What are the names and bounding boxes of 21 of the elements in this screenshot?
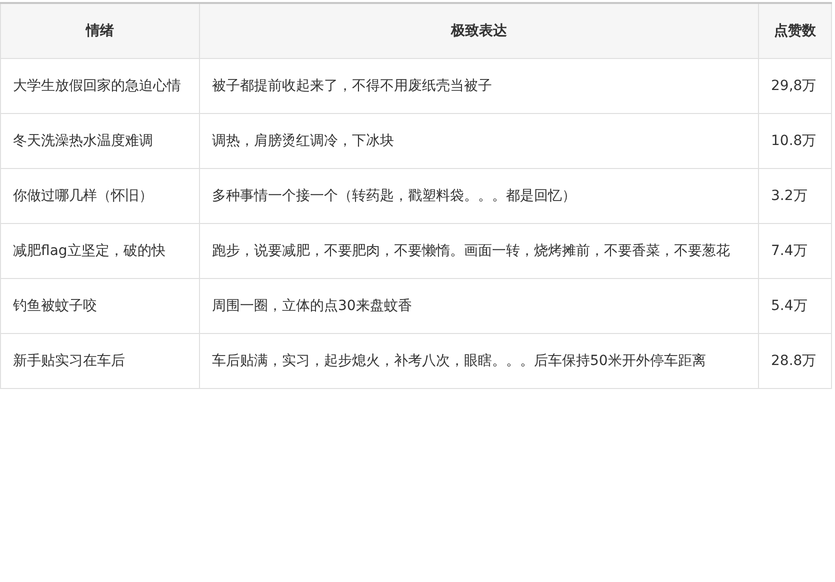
column-header: 情绪 (0, 3, 200, 58)
table-cell: 新手贴实习在车后 (0, 334, 200, 388)
table-cell: 你做过哪几样（怀旧） (0, 168, 200, 224)
table-cell: 大学生放假回家的急迫心情 (0, 58, 200, 114)
table-cell: 29,8万 (758, 58, 832, 114)
table-cell: 减肥flag立坚定，破的快 (0, 224, 200, 278)
table-cell: 周围一圈，立体的点30来盘蚊香 (200, 278, 758, 334)
column-header: 极致表达 (200, 3, 758, 58)
table-cell: 被子都提前收起来了，不得不用废纸壳当被子 (200, 58, 758, 114)
column-header: 点赞数 (758, 3, 832, 58)
table-cell: 5.4万 (758, 278, 832, 334)
table-cell: 10.8万 (758, 114, 832, 168)
table-cell: 钓鱼被蚊子咬 (0, 278, 200, 334)
table-cell: 冬天洗澡热水温度难调 (0, 114, 200, 168)
table-cell: 3.2万 (758, 168, 832, 224)
table-cell: 跑步，说要减肥，不要肥肉，不要懒惰。画面一转，烧烤摊前，不要香菜，不要葱花 (200, 224, 758, 278)
table-cell: 28.8万 (758, 334, 832, 388)
table-cell: 多种事情一个接一个（转药匙，戳塑料袋。。。都是回忆） (200, 168, 758, 224)
table-cell: 调热，肩膀烫红调冷，下冰块 (200, 114, 758, 168)
table-cell: 7.4万 (758, 224, 832, 278)
table-cell: 车后贴满，实习，起步熄火，补考八次，眼瞎。。。后车保持50米开外停车距离 (200, 334, 758, 388)
